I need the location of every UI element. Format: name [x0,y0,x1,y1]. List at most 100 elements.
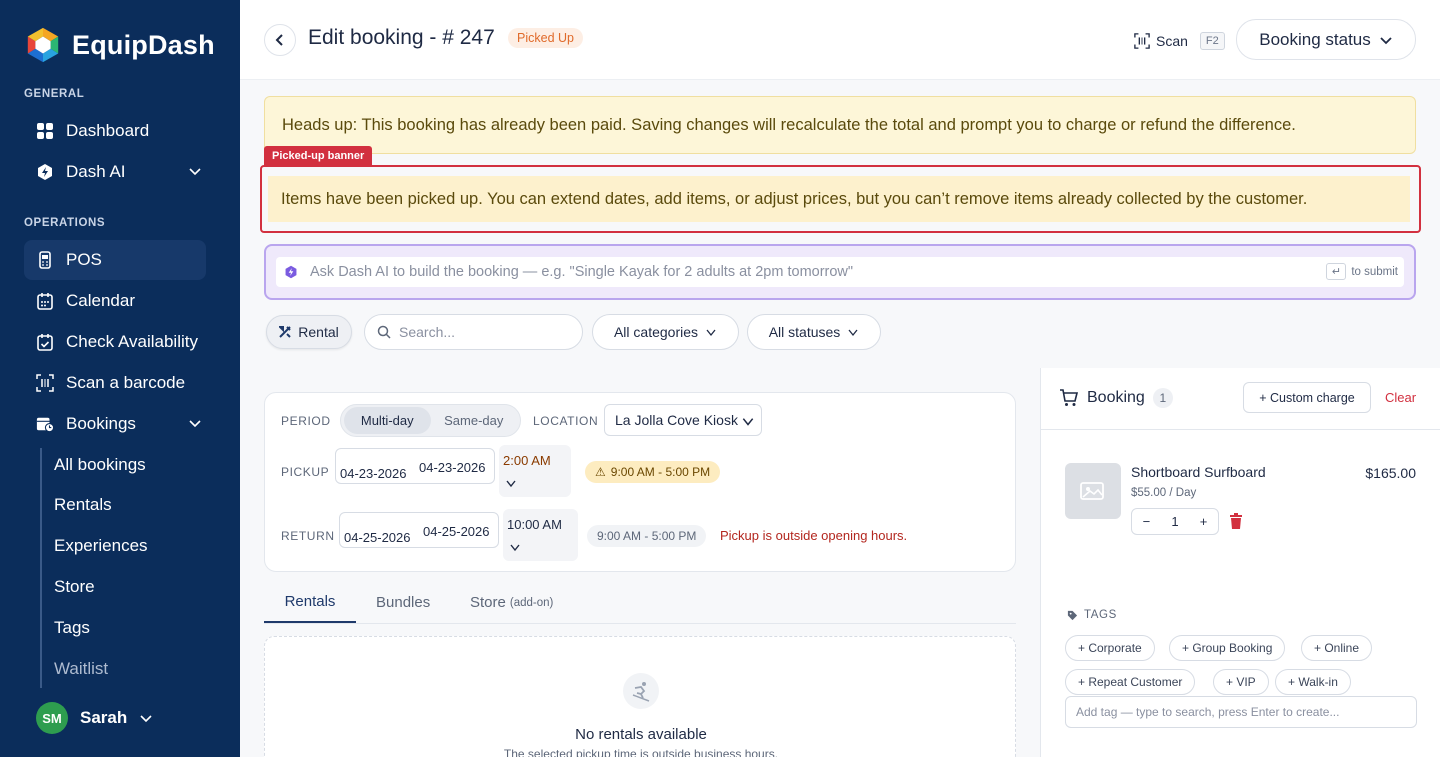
ai-shield-icon [36,163,54,181]
filter-rental-chip[interactable]: Rental [266,315,352,349]
return-hours-text: 9:00 AM - 5:00 PM [597,529,697,543]
scan-button[interactable]: Scan F2 [1134,32,1225,50]
sidebar-item-dashboard[interactable]: Dashboard [24,111,206,151]
return-date-input[interactable]: 04-25-2026 04-25-2026 [339,512,499,548]
pickup-time-select[interactable]: 2:00 AM [499,445,571,497]
dash-ai-placeholder: Ask Dash AI to build the booking — e.g. … [310,264,854,280]
tag-chip-corporate[interactable]: + Corporate [1065,635,1155,661]
sidebar-subitem-tags[interactable]: Tags [54,618,90,638]
return-time-select[interactable]: 10:00 AM [503,509,578,561]
sidebar-subitem-experiences[interactable]: Experiences [54,536,148,556]
increment-button[interactable]: + [1200,514,1208,529]
chevron-down-icon [510,544,520,552]
search-input[interactable] [399,324,559,340]
tools-icon [279,326,291,338]
return-hours-badge: 9:00 AM - 5:00 PM [587,525,707,547]
user-name: Sarah [80,708,128,727]
dash-ai-prompt: Ask Dash AI to build the booking — e.g. … [264,244,1416,300]
booking-title: Booking [1087,389,1145,406]
pos-terminal-icon [36,251,54,269]
tags-section-label: TAGS [1067,609,1117,621]
tab-store[interactable]: Store (add-on) [470,582,553,623]
sidebar-item-pos[interactable]: POS [24,240,206,280]
sidebar-subitem-waitlist[interactable]: Waitlist [54,659,108,679]
pickup-hours-badge: ⚠ 9:00 AM - 5:00 PM [585,461,721,483]
tag-chip-repeat-customer[interactable]: + Repeat Customer [1065,669,1196,695]
ai-shield-icon [285,265,297,279]
sidebar-item-label: Dashboard [66,121,150,140]
chevron-down-icon [1380,36,1392,44]
decrement-button[interactable]: − [1143,514,1151,529]
enter-key-icon: ↵ [1326,263,1347,280]
item-image-placeholder [1065,463,1121,519]
chevron-down-icon [706,329,716,337]
custom-charge-button[interactable]: + Custom charge [1243,382,1371,413]
pickup-date-value: 04-23-2026 [340,466,407,481]
statuses-dropdown[interactable]: All statuses [747,314,881,350]
picked-up-banner: Items have been picked up. You can exten… [268,176,1410,222]
brand-logo[interactable]: EquipDash [24,26,215,64]
tag-chip-vip[interactable]: + VIP [1213,669,1269,695]
picked-up-banner-tag: Picked-up banner [264,146,373,165]
booking-status-dropdown[interactable]: Booking status [1236,19,1416,60]
clear-button[interactable]: Clear [1385,390,1416,405]
location-select[interactable]: La Jolla Cove Kiosk [604,404,762,436]
user-menu[interactable]: SM Sarah [36,702,153,734]
section-operations: OPERATIONS [24,217,106,229]
sidebar-item-label: Bookings [66,414,136,433]
tab-rentals[interactable]: Rentals [264,582,356,623]
sidebar-subitem-rentals[interactable]: Rentals [54,495,112,515]
back-button[interactable] [264,24,296,56]
search-box[interactable] [364,314,583,350]
booking-count-badge: 1 [1152,388,1173,408]
return-date-value: 04-25-2026 [344,530,411,545]
tab-store-label: Store [470,594,506,611]
trash-icon[interactable] [1229,513,1243,529]
tag-chip-walk-in[interactable]: + Walk-in [1275,669,1351,695]
barcode-scan-icon [1134,33,1150,49]
submenu-indent-line [40,448,42,688]
paid-warning-banner: Heads up: This booking has already been … [264,96,1416,154]
empty-state: No rentals available The selected pickup… [264,636,1016,757]
sidebar-item-check-availability[interactable]: Check Availability [24,322,206,362]
pickup-label: PICKUP [281,465,330,479]
booking-panel-header: Booking 1 + Custom charge Clear [1041,368,1440,430]
period-option-multi-day[interactable]: Multi-day [344,407,431,434]
chevron-down-icon[interactable] [188,416,202,430]
categories-dropdown[interactable]: All categories [592,314,739,350]
sidebar-subitem-store[interactable]: Store [54,577,95,597]
tag-chip-online[interactable]: + Online [1301,635,1373,661]
location-value: La Jolla Cove Kiosk [615,412,738,428]
sidebar-item-label: Scan a barcode [66,373,186,392]
sidebar-item-label: Calendar [66,291,135,310]
pickup-time-value: 2:00 AM [503,453,551,468]
sidebar-item-label: POS [66,250,102,269]
sidebar-item-calendar[interactable]: Calendar [24,281,206,321]
warning-icon: ⚠ [595,465,606,479]
dash-ai-input[interactable]: Ask Dash AI to build the booking — e.g. … [276,257,1404,287]
search-icon [377,325,391,339]
chevron-down-icon[interactable] [188,164,202,178]
add-tag-input[interactable] [1065,696,1417,728]
tab-bundles[interactable]: Bundles [376,582,430,623]
pickup-date-input[interactable]: 04-23-2026 04-23-2026 [335,448,495,484]
page-title: Edit booking - # 247 [308,26,495,49]
grid-icon [36,122,54,140]
sidebar-item-bookings[interactable]: Bookings [24,404,206,444]
item-name: Shortboard Surfboard [1131,464,1266,480]
scan-label: Scan [1156,33,1188,49]
skier-icon [623,673,659,709]
return-date-overlay: 04-25-2026 [423,524,490,539]
chevron-left-icon [275,34,283,46]
sidebar-subitem-all-bookings[interactable]: All bookings [54,455,146,475]
tags-label: TAGS [1084,609,1117,621]
return-label: RETURN [281,529,335,543]
page-header: Edit booking - # 247 Picked Up Scan F2 B… [240,0,1440,80]
barcode-scan-icon [36,374,54,392]
tag-chip-group-booking[interactable]: + Group Booking [1169,635,1286,661]
sidebar-item-dash-ai[interactable]: Dash AI [24,152,206,192]
sidebar-item-scan-barcode[interactable]: Scan a barcode [24,363,206,403]
period-toggle: Multi-day Same-day [340,404,521,437]
chevron-down-icon [140,715,152,723]
period-option-same-day[interactable]: Same-day [431,407,518,434]
